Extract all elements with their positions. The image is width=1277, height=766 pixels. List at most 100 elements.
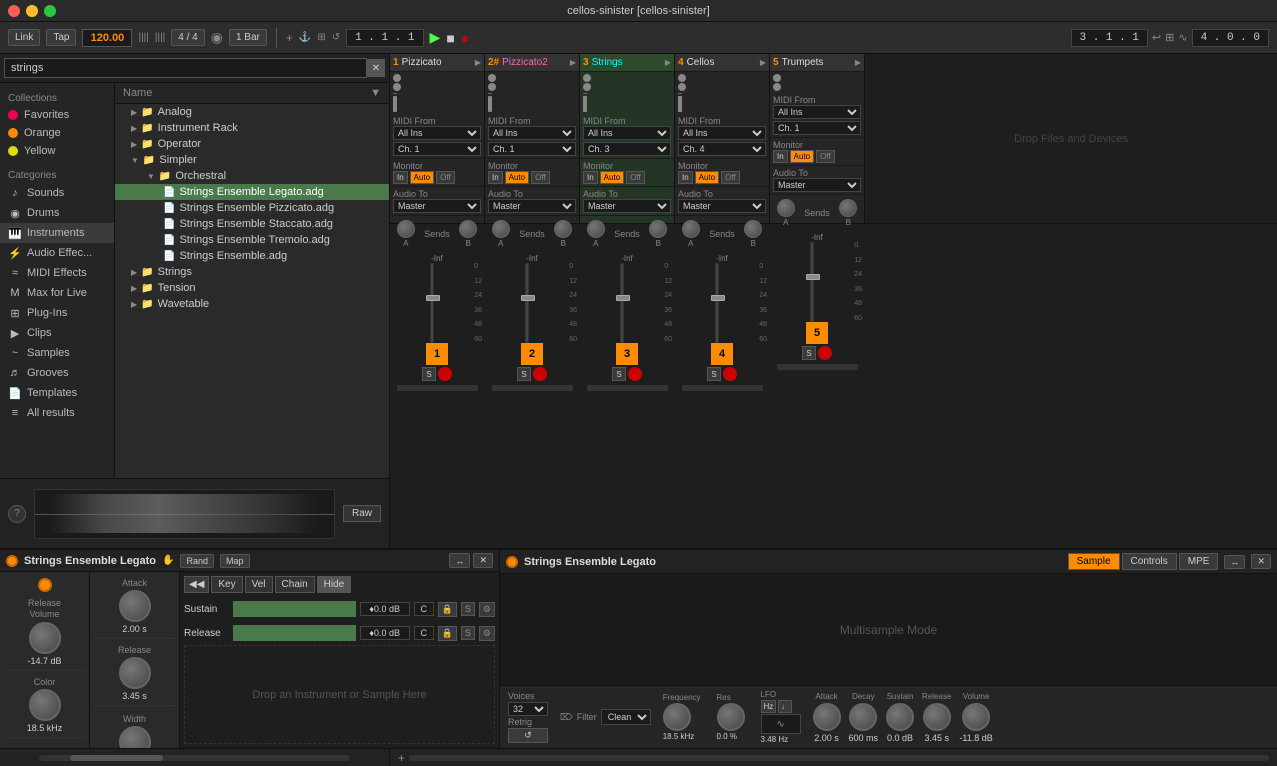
stop-button[interactable]: ■ bbox=[446, 30, 454, 46]
midi-ch-select-3[interactable]: Ch. 3 bbox=[583, 142, 671, 156]
macro-knob-2[interactable] bbox=[29, 689, 61, 721]
res-knob[interactable] bbox=[717, 703, 745, 731]
link-button[interactable]: Link bbox=[8, 29, 40, 46]
attack-knob[interactable] bbox=[813, 703, 841, 731]
track-menu-1[interactable]: ▶ bbox=[475, 58, 481, 67]
send-b-knob-3[interactable] bbox=[649, 220, 667, 238]
send-a-knob-5[interactable] bbox=[777, 199, 795, 217]
list-item[interactable]: ▶ 📁 Instrument Rack bbox=[115, 120, 389, 136]
monitor-auto-btn-5[interactable]: Auto bbox=[790, 150, 814, 163]
instrument-drop-zone[interactable]: Drop an Instrument or Sample Here bbox=[184, 645, 495, 744]
send-a-knob-1[interactable] bbox=[397, 220, 415, 238]
solo-btn-4[interactable]: S bbox=[707, 367, 720, 381]
channel-number-btn-3[interactable]: 3 bbox=[616, 343, 638, 365]
instrument-power-btn[interactable] bbox=[6, 555, 18, 567]
sidebar-item-all-results[interactable]: ≡ All results bbox=[0, 403, 114, 423]
solo-btn-2[interactable]: S bbox=[517, 367, 530, 381]
minimize-button[interactable] bbox=[26, 5, 38, 17]
solo-btn-1[interactable]: S bbox=[422, 367, 435, 381]
track-menu-5[interactable]: ▶ bbox=[855, 58, 861, 67]
rec-btn-1[interactable] bbox=[438, 367, 452, 381]
macro-knob-6[interactable] bbox=[119, 657, 151, 689]
lfo-hz-btn[interactable]: Hz bbox=[761, 700, 777, 713]
sustain-chain-btn[interactable]: ⚙ bbox=[479, 602, 495, 617]
bar-btn[interactable]: 1 Bar bbox=[229, 29, 267, 46]
sustain-knob[interactable] bbox=[886, 703, 914, 731]
midi-ch-select-2[interactable]: Ch. 1 bbox=[488, 142, 576, 156]
midi-from-select-1[interactable]: All Ins bbox=[393, 126, 481, 140]
sustain-lock-btn[interactable]: 🔒 bbox=[438, 602, 457, 617]
list-item[interactable]: ▶ 📁 Tension bbox=[115, 280, 389, 296]
add-icon[interactable]: + bbox=[286, 31, 293, 45]
midi-ch-select-5[interactable]: Ch. 1 bbox=[773, 121, 861, 135]
channel-number-btn-4[interactable]: 4 bbox=[711, 343, 733, 365]
sidebar-item-sounds[interactable]: ♪ Sounds bbox=[0, 183, 114, 203]
audio-to-select-3[interactable]: Master bbox=[583, 199, 671, 213]
sampler-close-btn[interactable]: ✕ bbox=[1251, 554, 1271, 569]
audio-to-select-5[interactable]: Master bbox=[773, 178, 861, 192]
list-item[interactable]: ▶ 📁 Wavetable bbox=[115, 296, 389, 312]
sidebar-item-grooves[interactable]: ♬ Grooves bbox=[0, 363, 114, 383]
release-knob[interactable] bbox=[923, 703, 951, 731]
send-b-knob-5[interactable] bbox=[839, 199, 857, 217]
list-item[interactable]: ▶ 📁 Strings bbox=[115, 264, 389, 280]
track-menu-4[interactable]: ▶ bbox=[760, 58, 766, 67]
map-button[interactable]: Map bbox=[220, 554, 250, 568]
macro-knob-5[interactable] bbox=[119, 590, 151, 622]
instrument-close-btn[interactable]: ✕ bbox=[473, 553, 493, 568]
sampler-expand-btn[interactable]: ↔ bbox=[1224, 555, 1245, 569]
tab-sample[interactable]: Sample bbox=[1068, 553, 1120, 570]
freq-knob[interactable] bbox=[663, 703, 691, 731]
channel-number-btn-1[interactable]: 1 bbox=[426, 343, 448, 365]
fader-handle-3[interactable] bbox=[616, 295, 630, 301]
key-tab[interactable]: Key bbox=[211, 576, 242, 593]
sidebar-item-max-for-live[interactable]: M Max for Live bbox=[0, 283, 114, 303]
fader-handle-2[interactable] bbox=[521, 295, 535, 301]
hide-tab[interactable]: Hide bbox=[317, 576, 352, 593]
macro-knob-7[interactable] bbox=[119, 726, 151, 748]
send-a-knob-2[interactable] bbox=[492, 220, 510, 238]
channel-number-btn-2[interactable]: 2 bbox=[521, 343, 543, 365]
sampler-power-btn[interactable] bbox=[506, 556, 518, 568]
add-track-btn[interactable]: + bbox=[398, 751, 405, 765]
sustain-bar[interactable] bbox=[233, 601, 356, 617]
list-item[interactable]: ▶ 📁 Operator bbox=[115, 136, 389, 152]
sustain-edit-btn[interactable]: S bbox=[461, 602, 475, 616]
list-item[interactable]: ▶ 📁 Analog bbox=[115, 104, 389, 120]
retrig-btn[interactable]: ↺ bbox=[508, 728, 548, 743]
volume-fader-3[interactable] bbox=[620, 263, 624, 343]
help-button[interactable]: ? bbox=[8, 505, 26, 523]
rec-btn-4[interactable] bbox=[723, 367, 737, 381]
raw-button[interactable]: Raw bbox=[343, 505, 381, 522]
audio-to-select-4[interactable]: Master bbox=[678, 199, 766, 213]
midi-from-select-5[interactable]: All Ins bbox=[773, 105, 861, 119]
list-item[interactable]: 📄 Strings Ensemble Staccato.adg bbox=[115, 216, 389, 232]
search-clear-button[interactable]: ✕ bbox=[367, 59, 385, 77]
send-b-knob-2[interactable] bbox=[554, 220, 572, 238]
audio-to-select-1[interactable]: Master bbox=[393, 199, 481, 213]
lfo-sync-btn[interactable]: ♩ bbox=[778, 700, 792, 713]
send-b-knob-4[interactable] bbox=[744, 220, 762, 238]
send-a-knob-3[interactable] bbox=[587, 220, 605, 238]
vel-tab[interactable]: Vel bbox=[245, 576, 273, 593]
list-item[interactable]: 📄 Strings Ensemble Pizzicato.adg bbox=[115, 200, 389, 216]
record-button[interactable]: ● bbox=[461, 30, 469, 46]
monitor-auto-btn-1[interactable]: Auto bbox=[410, 171, 434, 184]
sidebar-item-yellow[interactable]: Yellow bbox=[0, 142, 114, 160]
prev-chain-btn[interactable]: ◀◀ bbox=[184, 576, 209, 593]
sidebar-item-midi-effects[interactable]: ≈ MIDI Effects bbox=[0, 263, 114, 283]
monitor-in-btn-3[interactable]: In bbox=[583, 171, 598, 184]
search-input[interactable] bbox=[4, 58, 367, 78]
sidebar-item-templates[interactable]: 📄 Templates bbox=[0, 383, 114, 403]
time-sig[interactable]: 4 / 4 bbox=[171, 29, 204, 46]
sidebar-item-drums[interactable]: ◉ Drums bbox=[0, 203, 114, 223]
monitor-auto-btn-4[interactable]: Auto bbox=[695, 171, 719, 184]
close-button[interactable] bbox=[8, 5, 20, 17]
fader-handle-4[interactable] bbox=[711, 295, 725, 301]
sidebar-item-instruments[interactable]: 🎹 Instruments bbox=[0, 223, 114, 243]
mixer-scrollbar[interactable] bbox=[409, 755, 1269, 761]
list-item[interactable]: ▼ 📁 Orchestral bbox=[115, 168, 389, 184]
release-bar[interactable] bbox=[233, 625, 356, 641]
sidebar-item-clips[interactable]: ▶ Clips bbox=[0, 323, 114, 343]
sidebar-item-plugins[interactable]: ⊞ Plug-Ins bbox=[0, 303, 114, 323]
